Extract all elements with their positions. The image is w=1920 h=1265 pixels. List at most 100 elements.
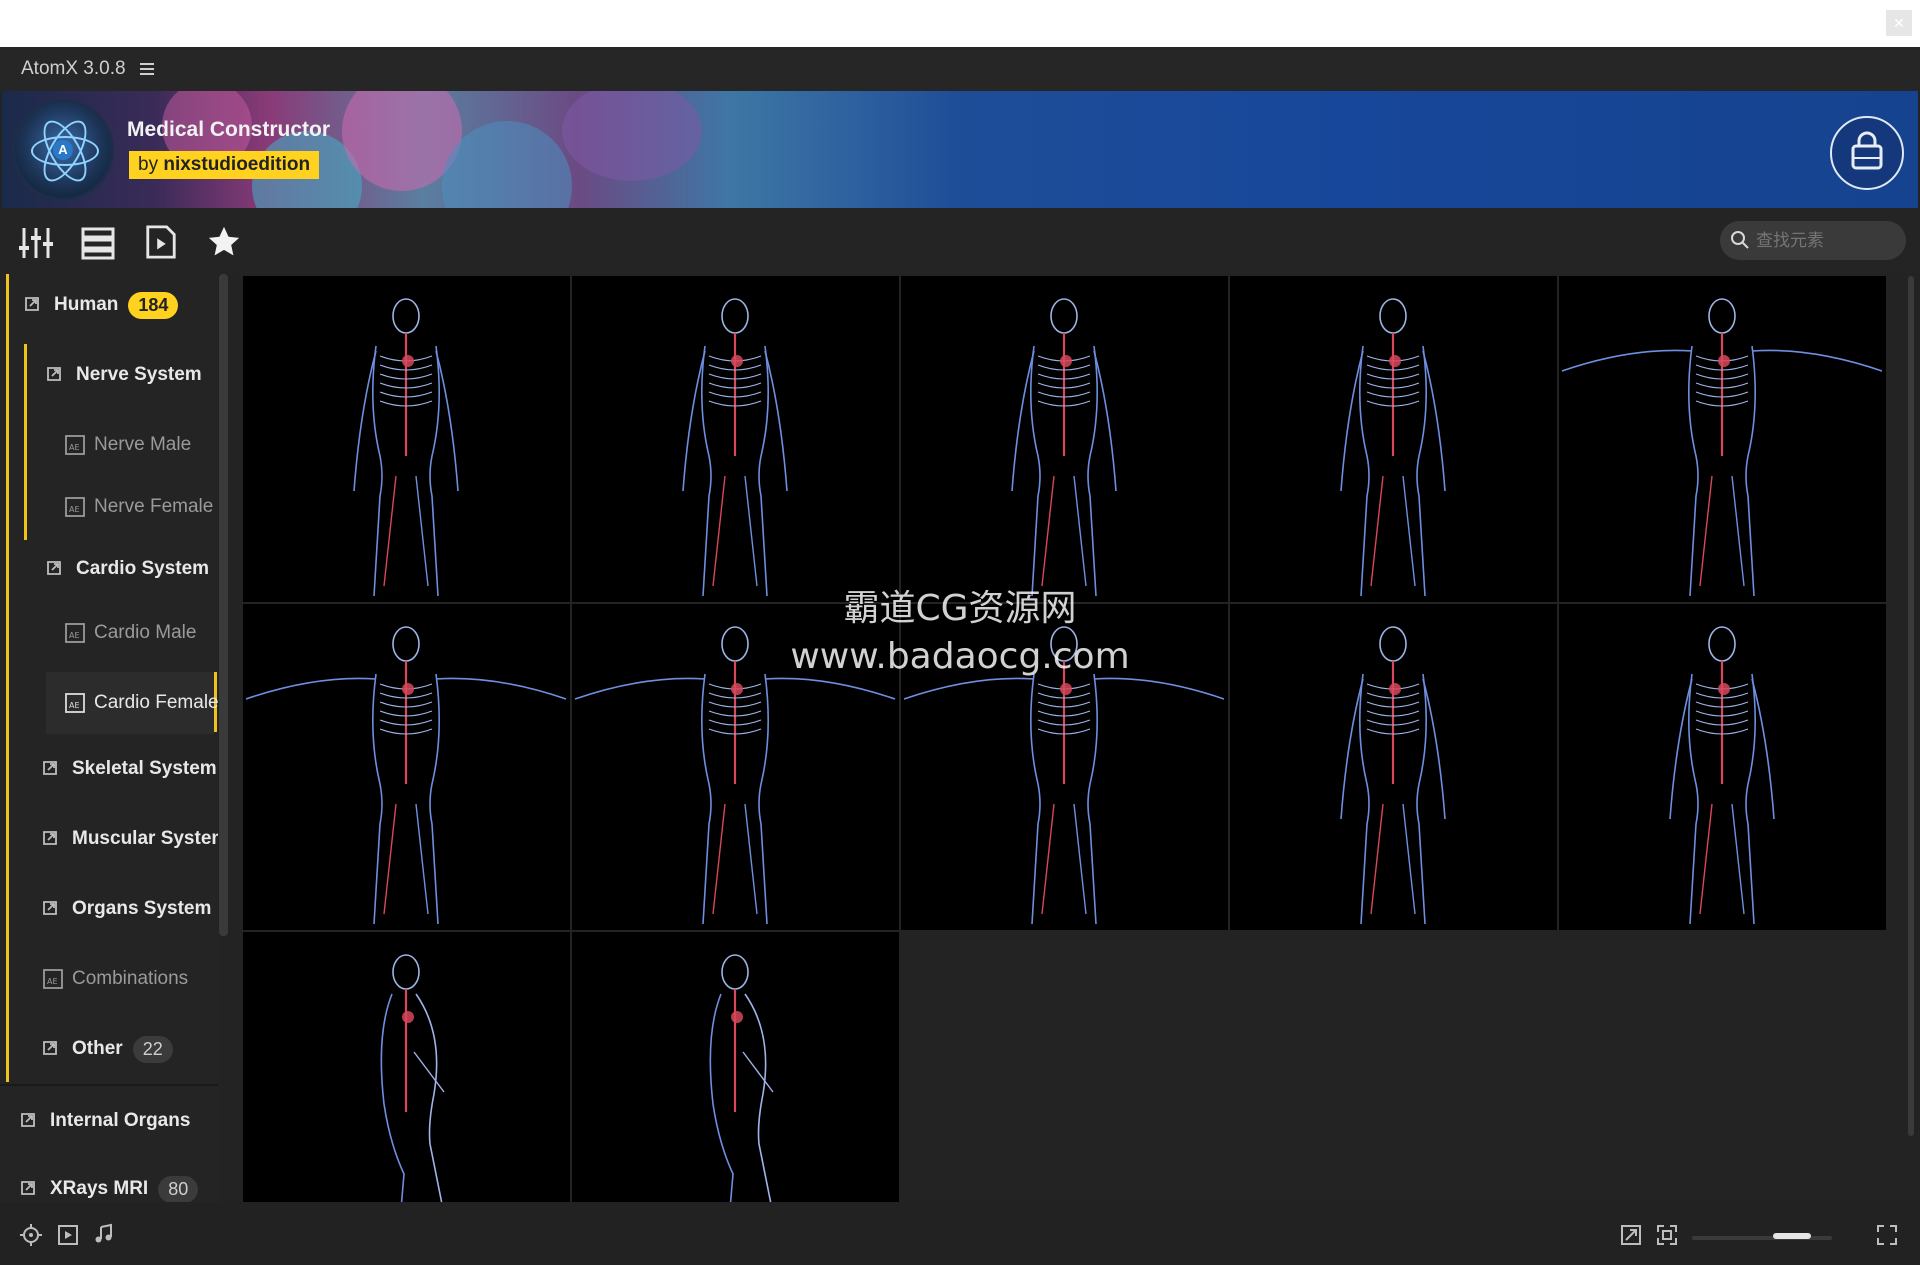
preset-thumbnail[interactable] xyxy=(243,932,570,1202)
svg-text:AE: AE xyxy=(69,443,80,452)
title-bar: AtomX 3.0.8 xyxy=(0,47,1920,91)
music-note-icon[interactable] xyxy=(93,1223,115,1245)
item-count-badge: 22 xyxy=(132,1035,173,1063)
anatomy-figure-image xyxy=(1669,626,1775,925)
anatomy-figure-image xyxy=(1011,298,1117,597)
sidebar-item-label: Muscular System xyxy=(72,828,218,849)
watermark: 霸道CG资源网 www.badaocg.com xyxy=(770,585,1150,681)
slider-thumb[interactable] xyxy=(1773,1233,1811,1239)
sidebar-item-label: Skeletal System xyxy=(72,758,217,779)
sidebar-item-muscular-system[interactable]: Muscular System xyxy=(42,808,218,870)
watermark-line-1: 霸道CG资源网 xyxy=(843,588,1077,629)
anatomy-figure-image xyxy=(1340,626,1446,925)
sidebar-item-label: Combinations xyxy=(72,968,189,989)
toolbar xyxy=(0,208,1920,274)
sidebar-item-label: Human xyxy=(54,294,119,315)
sliders-icon[interactable] xyxy=(18,226,54,260)
sidebar-item-organs-system[interactable]: Organs System xyxy=(42,878,211,940)
sidebar-item-label: Nerve Female xyxy=(94,496,214,517)
shop-bag-button[interactable] xyxy=(1830,116,1904,190)
sidebar-item-human[interactable]: Human 184 xyxy=(24,274,179,336)
grid-expand-icon[interactable] xyxy=(1876,1224,1898,1246)
preset-thumbnail-grid xyxy=(243,276,1889,1202)
search-icon xyxy=(1731,231,1749,249)
category-sidebar: Human 184 Nerve System AE Nerve Male AE … xyxy=(0,274,218,1202)
divider xyxy=(0,1084,218,1086)
sidebar-item-cardio-female[interactable]: AE Cardio Female xyxy=(46,672,218,734)
preset-thumbnail[interactable] xyxy=(243,276,570,602)
sidebar-item-cardio-system[interactable]: Cardio System xyxy=(46,538,209,600)
pack-title: Medical Constructor xyxy=(127,118,331,141)
preset-thumbnail[interactable] xyxy=(1559,604,1886,930)
svg-text:AE: AE xyxy=(69,631,80,640)
sidebar-item-internal-organs[interactable]: Internal Organs xyxy=(20,1090,190,1152)
svg-text:AE: AE xyxy=(69,701,80,710)
shopping-bag-icon xyxy=(1851,131,1883,170)
banner-decoration xyxy=(562,91,702,181)
sidebar-item-nerve-female[interactable]: AE Nerve Female xyxy=(64,476,213,538)
author-name: nixstudioedition xyxy=(163,154,311,175)
ae-preset-icon: AE xyxy=(65,497,85,517)
tree-rail xyxy=(24,344,27,540)
sidebar-item-xrays-mri[interactable]: XRays MRI 80 xyxy=(20,1158,199,1202)
folder-link-icon xyxy=(43,761,57,775)
tree-rail xyxy=(6,274,9,1082)
folder-link-icon xyxy=(43,1041,57,1055)
item-count-badge: 184 xyxy=(128,291,179,319)
sidebar-item-label: Cardio Female xyxy=(94,692,218,713)
ae-preset-icon: AE xyxy=(65,623,85,643)
sidebar-item-nerve-system[interactable]: Nerve System xyxy=(46,344,202,406)
author-prefix: by xyxy=(138,154,159,175)
sidebar-item-label: Nerve Male xyxy=(94,434,192,455)
resize-icon[interactable] xyxy=(1620,1224,1642,1246)
app-title: AtomX 3.0.8 xyxy=(21,58,126,79)
media-file-icon[interactable] xyxy=(143,225,179,259)
preset-thumbnail[interactable] xyxy=(572,932,899,1202)
preset-thumbnail[interactable] xyxy=(1230,604,1557,930)
sidebar-item-nerve-male[interactable]: AE Nerve Male xyxy=(64,414,191,476)
sidebar-item-label: Organs System xyxy=(72,898,212,919)
folder-link-icon xyxy=(47,367,61,381)
sidebar-scrollbar[interactable] xyxy=(219,274,228,936)
item-count-badge: 80 xyxy=(158,1175,199,1202)
anatomy-figure-image xyxy=(1561,298,1883,597)
hamburger-menu-icon[interactable] xyxy=(139,63,154,75)
sidebar-item-label: Cardio System xyxy=(76,558,210,579)
sidebar-item-combinations[interactable]: AE Combinations xyxy=(42,948,188,1010)
video-icon[interactable] xyxy=(57,1224,79,1246)
sidebar-item-other[interactable]: Other 22 xyxy=(42,1018,173,1080)
watermark-line-2: www.badaocg.com xyxy=(790,636,1130,677)
folder-link-icon xyxy=(21,1113,35,1127)
star-icon[interactable] xyxy=(206,225,242,259)
sidebar-item-label: Other xyxy=(72,1038,123,1059)
preset-thumbnail[interactable] xyxy=(243,604,570,930)
pack-banner: A Medical Constructor by nixstudioeditio… xyxy=(2,91,1918,208)
pack-author-badge: by nixstudioedition xyxy=(129,151,320,179)
target-icon[interactable] xyxy=(20,1224,42,1246)
preset-thumbnail[interactable] xyxy=(1559,276,1886,602)
preset-thumbnail[interactable] xyxy=(1230,276,1557,602)
folder-link-icon xyxy=(25,297,39,311)
window-chrome-strip: ✕ xyxy=(0,0,1920,47)
grid-scrollbar[interactable] xyxy=(1908,276,1914,1136)
sidebar-item-cardio-male[interactable]: AE Cardio Male xyxy=(64,602,196,664)
anatomy-figure-image xyxy=(709,954,774,1202)
ae-preset-icon: AE xyxy=(65,693,85,713)
sidebar-item-skeletal-system[interactable]: Skeletal System xyxy=(42,738,217,800)
anatomy-figure-image xyxy=(682,298,788,597)
thumbnail-size-slider[interactable] xyxy=(1692,1233,1832,1240)
search-input[interactable] xyxy=(1754,228,1898,254)
atomx-logo: A xyxy=(12,99,114,201)
search-box[interactable] xyxy=(1720,221,1906,260)
anatomy-figure-image xyxy=(1340,298,1446,597)
fit-frame-icon[interactable] xyxy=(1656,1224,1678,1246)
preset-thumbnail[interactable] xyxy=(901,276,1228,602)
close-icon[interactable]: ✕ xyxy=(1886,10,1912,36)
anatomy-figure-image xyxy=(380,954,445,1202)
ae-preset-icon: AE xyxy=(43,969,63,989)
preset-thumbnail[interactable] xyxy=(572,276,899,602)
sidebar-item-label: XRays MRI xyxy=(50,1178,149,1199)
anatomy-figure-image xyxy=(353,298,459,597)
list-view-icon[interactable] xyxy=(80,226,116,260)
svg-text:AE: AE xyxy=(47,977,58,986)
